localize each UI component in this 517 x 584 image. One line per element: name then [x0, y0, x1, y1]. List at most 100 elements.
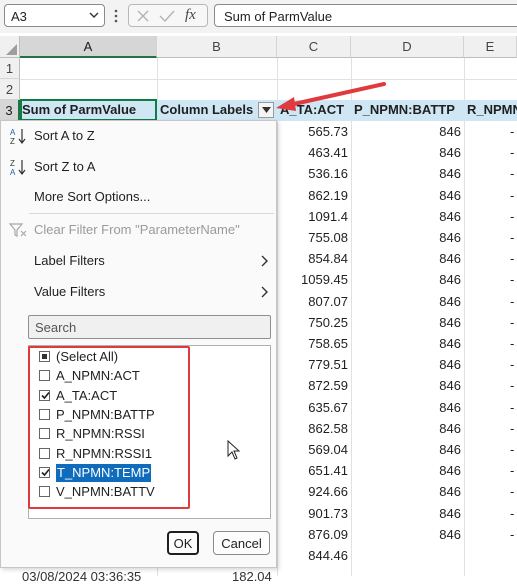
name-box[interactable]: A3 [4, 4, 105, 27]
value-cell-c[interactable]: 750.25 [277, 315, 348, 330]
sort-z-to-a-item[interactable]: Z A Sort Z to A [1, 155, 276, 179]
value-cell-e-blank-marker[interactable]: - [510, 315, 514, 330]
search-input[interactable] [29, 316, 270, 338]
value-cell-d[interactable]: 846 [351, 421, 461, 436]
confirm-entry-icon[interactable] [159, 9, 175, 23]
value-cell-c[interactable]: 1091.4 [277, 209, 348, 224]
value-cell-c[interactable]: 565.73 [277, 124, 348, 139]
value-cell-d[interactable]: 846 [351, 230, 461, 245]
row-header-1[interactable]: 1 [0, 58, 20, 79]
value-cell-d[interactable]: 846 [351, 294, 461, 309]
column-header-c[interactable]: C [277, 36, 351, 58]
value-cell-d[interactable]: 846 [351, 378, 461, 393]
pivot-values-label[interactable]: Sum of ParmValue [22, 102, 136, 117]
value-cell-e-blank-marker[interactable]: - [510, 421, 514, 436]
value-cell-d[interactable]: 846 [351, 124, 461, 139]
checkbox[interactable] [39, 389, 50, 401]
value-cell-c[interactable]: 463.41 [277, 145, 348, 160]
value-cell-c[interactable]: 1059.45 [277, 272, 348, 287]
column-header-e[interactable]: E [464, 36, 517, 58]
chevron-down-icon[interactable] [89, 10, 99, 20]
value-cell-d[interactable]: 846 [351, 336, 461, 351]
value-cell-d[interactable]: 846 [351, 527, 461, 542]
value-filters-item[interactable]: Value Filters [1, 280, 276, 304]
checkbox[interactable] [39, 447, 50, 459]
value-cell-e-blank-marker[interactable]: - [510, 378, 514, 393]
checkbox[interactable] [39, 486, 50, 498]
value-cell-c[interactable]: 651.41 [277, 463, 348, 478]
value-cell-c[interactable]: 872.59 [277, 378, 348, 393]
value-cell-c[interactable]: 635.67 [277, 400, 348, 415]
column-header-d[interactable]: D [351, 36, 464, 58]
value-cell-e-blank-marker[interactable]: - [510, 336, 514, 351]
row-header-3[interactable]: 3 [0, 100, 20, 121]
value-cell-d[interactable]: 846 [351, 484, 461, 499]
value-cell-c[interactable]: 779.51 [277, 357, 348, 372]
label-filters-item[interactable]: Label Filters [1, 249, 276, 273]
filter-value-list[interactable]: (Select All) A_NPMN:ACT A_TA:ACT P_NPMN:BAT… [28, 345, 271, 519]
value-cell-d[interactable]: 846 [351, 188, 461, 203]
value-cell-c[interactable]: 901.73 [277, 506, 348, 521]
row-header-2[interactable]: 2 [0, 79, 20, 100]
cancel-button[interactable]: Cancel [213, 531, 270, 555]
value-cell-c[interactable]: 854.84 [277, 251, 348, 266]
value-cell-e-blank-marker[interactable]: - [510, 145, 514, 160]
select-all-corner[interactable] [0, 36, 20, 58]
value-cell-c[interactable]: 807.07 [277, 294, 348, 309]
checkbox[interactable] [39, 428, 50, 440]
formula-input[interactable]: Sum of ParmValue [214, 4, 517, 27]
ok-button[interactable]: OK [167, 531, 199, 555]
value-cell-e-blank-marker[interactable]: - [510, 527, 514, 542]
value-cell-d[interactable]: 846 [351, 272, 461, 287]
pivot-column-e-header[interactable]: R_NPMN [467, 102, 517, 117]
pivot-column-labels[interactable]: Column Labels [160, 102, 253, 117]
value-cell-d[interactable]: 846 [351, 315, 461, 330]
value-cell-d[interactable]: 846 [351, 400, 461, 415]
value-cell-d[interactable]: 846 [351, 251, 461, 266]
search-box[interactable] [28, 315, 271, 339]
column-header-a[interactable]: A [20, 36, 157, 58]
value-cell-d[interactable]: 846 [351, 442, 461, 457]
value-cell-d[interactable]: 846 [351, 463, 461, 478]
value-cell-e-blank-marker[interactable]: - [510, 294, 514, 309]
value-cell-e-blank-marker[interactable]: - [510, 506, 514, 521]
value-cell-d[interactable]: 846 [351, 145, 461, 160]
checkbox[interactable] [39, 351, 50, 362]
value-cell-e-blank-marker[interactable]: - [510, 484, 514, 499]
value-cell-e-blank-marker[interactable]: - [510, 463, 514, 478]
value-cell-c[interactable]: 876.09 [277, 527, 348, 542]
checkbox[interactable] [39, 370, 50, 382]
sort-a-to-z-item[interactable]: A Z Sort A to Z [1, 124, 276, 148]
checkbox[interactable] [39, 466, 50, 478]
more-options-icon[interactable] [113, 8, 119, 24]
value-cell-e-blank-marker[interactable]: - [510, 188, 514, 203]
value-cell-e-blank-marker[interactable]: - [510, 166, 514, 181]
value-cell-e-blank-marker[interactable]: - [510, 400, 514, 415]
checkbox[interactable] [39, 408, 50, 420]
value-cell-e-blank-marker[interactable]: - [510, 251, 514, 266]
column-header-b[interactable]: B [157, 36, 277, 58]
value-cell-e-blank-marker[interactable]: - [510, 124, 514, 139]
value-cell-c[interactable]: 755.08 [277, 230, 348, 245]
bottom-row-value[interactable]: 182.04 [232, 569, 272, 584]
value-cell-c[interactable]: 758.65 [277, 336, 348, 351]
value-cell-c[interactable]: 569.04 [277, 442, 348, 457]
value-cell-e-blank-marker[interactable]: - [510, 272, 514, 287]
value-cell-e-blank-marker[interactable]: - [510, 442, 514, 457]
value-cell-d[interactable]: 846 [351, 166, 461, 181]
more-sort-options-item[interactable]: More Sort Options... [1, 185, 276, 209]
value-cell-e-blank-marker[interactable]: - [510, 230, 514, 245]
value-cell-c[interactable]: 536.16 [277, 166, 348, 181]
value-cell-c[interactable]: 844.46 [277, 548, 348, 563]
value-cell-c[interactable]: 862.58 [277, 421, 348, 436]
value-cell-c[interactable]: 924.66 [277, 484, 348, 499]
value-cell-e-blank-marker[interactable]: - [510, 209, 514, 224]
value-cell-e-blank-marker[interactable]: - [510, 357, 514, 372]
value-cell-d[interactable]: 846 [351, 506, 461, 521]
bottom-row-label[interactable]: 03/08/2024 03:36:35 [22, 569, 141, 584]
value-cell-d[interactable]: 846 [351, 209, 461, 224]
value-cell-d[interactable]: 846 [351, 357, 461, 372]
value-cell-c[interactable]: 862.19 [277, 188, 348, 203]
insert-function-icon[interactable]: fx [185, 7, 196, 24]
cancel-entry-icon[interactable] [136, 9, 150, 23]
